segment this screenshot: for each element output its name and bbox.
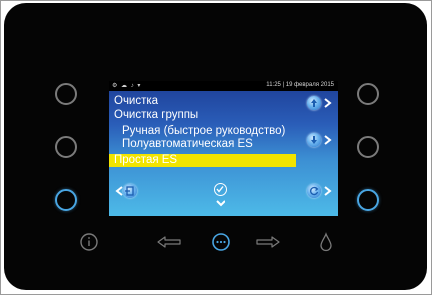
left-button-middle[interactable] — [55, 136, 77, 158]
status-icons: ⚙ ☁ ♪ ▾ — [112, 83, 142, 89]
menu-item-simple[interactable]: Простая ES — [114, 154, 177, 167]
scroll-down-button[interactable] — [307, 133, 321, 147]
arrow-left-icon[interactable] — [156, 235, 182, 249]
control-panel: ⚙ ☁ ♪ ▾ 11:25 | 19 февраля 2015 Очистка … — [4, 3, 427, 290]
display-screen: ⚙ ☁ ♪ ▾ 11:25 | 19 февраля 2015 Очистка … — [109, 81, 338, 216]
right-button-bottom[interactable] — [357, 189, 379, 211]
forward-button[interactable] — [307, 184, 321, 198]
arrow-right-icon[interactable] — [255, 235, 281, 249]
right-button-middle[interactable] — [357, 136, 379, 158]
drop-icon[interactable] — [319, 232, 333, 252]
more-icon[interactable] — [211, 232, 231, 252]
left-button-top[interactable] — [55, 83, 77, 105]
chevron-right-icon — [324, 135, 332, 145]
arrow-up-icon — [311, 99, 317, 107]
menu-item-manual[interactable]: Ручная (быстрое руководство) — [122, 125, 285, 137]
menu-title: Очистка — [114, 95, 159, 107]
scroll-up-button[interactable] — [307, 96, 321, 110]
chevron-down-icon — [216, 200, 225, 207]
exit-icon — [125, 186, 134, 196]
refresh-icon — [310, 186, 319, 196]
menu-subtitle: Очистка группы — [114, 109, 199, 121]
chevron-right-icon — [324, 186, 332, 196]
right-button-top[interactable] — [357, 83, 379, 105]
menu-item-semiauto[interactable]: Полуавтоматическая ES — [122, 138, 253, 150]
status-datetime: 11:25 | 19 февраля 2015 — [266, 82, 334, 88]
status-bar: ⚙ ☁ ♪ ▾ 11:25 | 19 февраля 2015 — [109, 81, 338, 91]
arrow-down-icon — [311, 136, 317, 144]
back-button[interactable] — [123, 184, 137, 198]
check-icon[interactable] — [214, 183, 227, 196]
info-icon[interactable] — [79, 232, 99, 252]
left-button-bottom[interactable] — [55, 189, 77, 211]
chevron-right-icon — [324, 98, 332, 108]
